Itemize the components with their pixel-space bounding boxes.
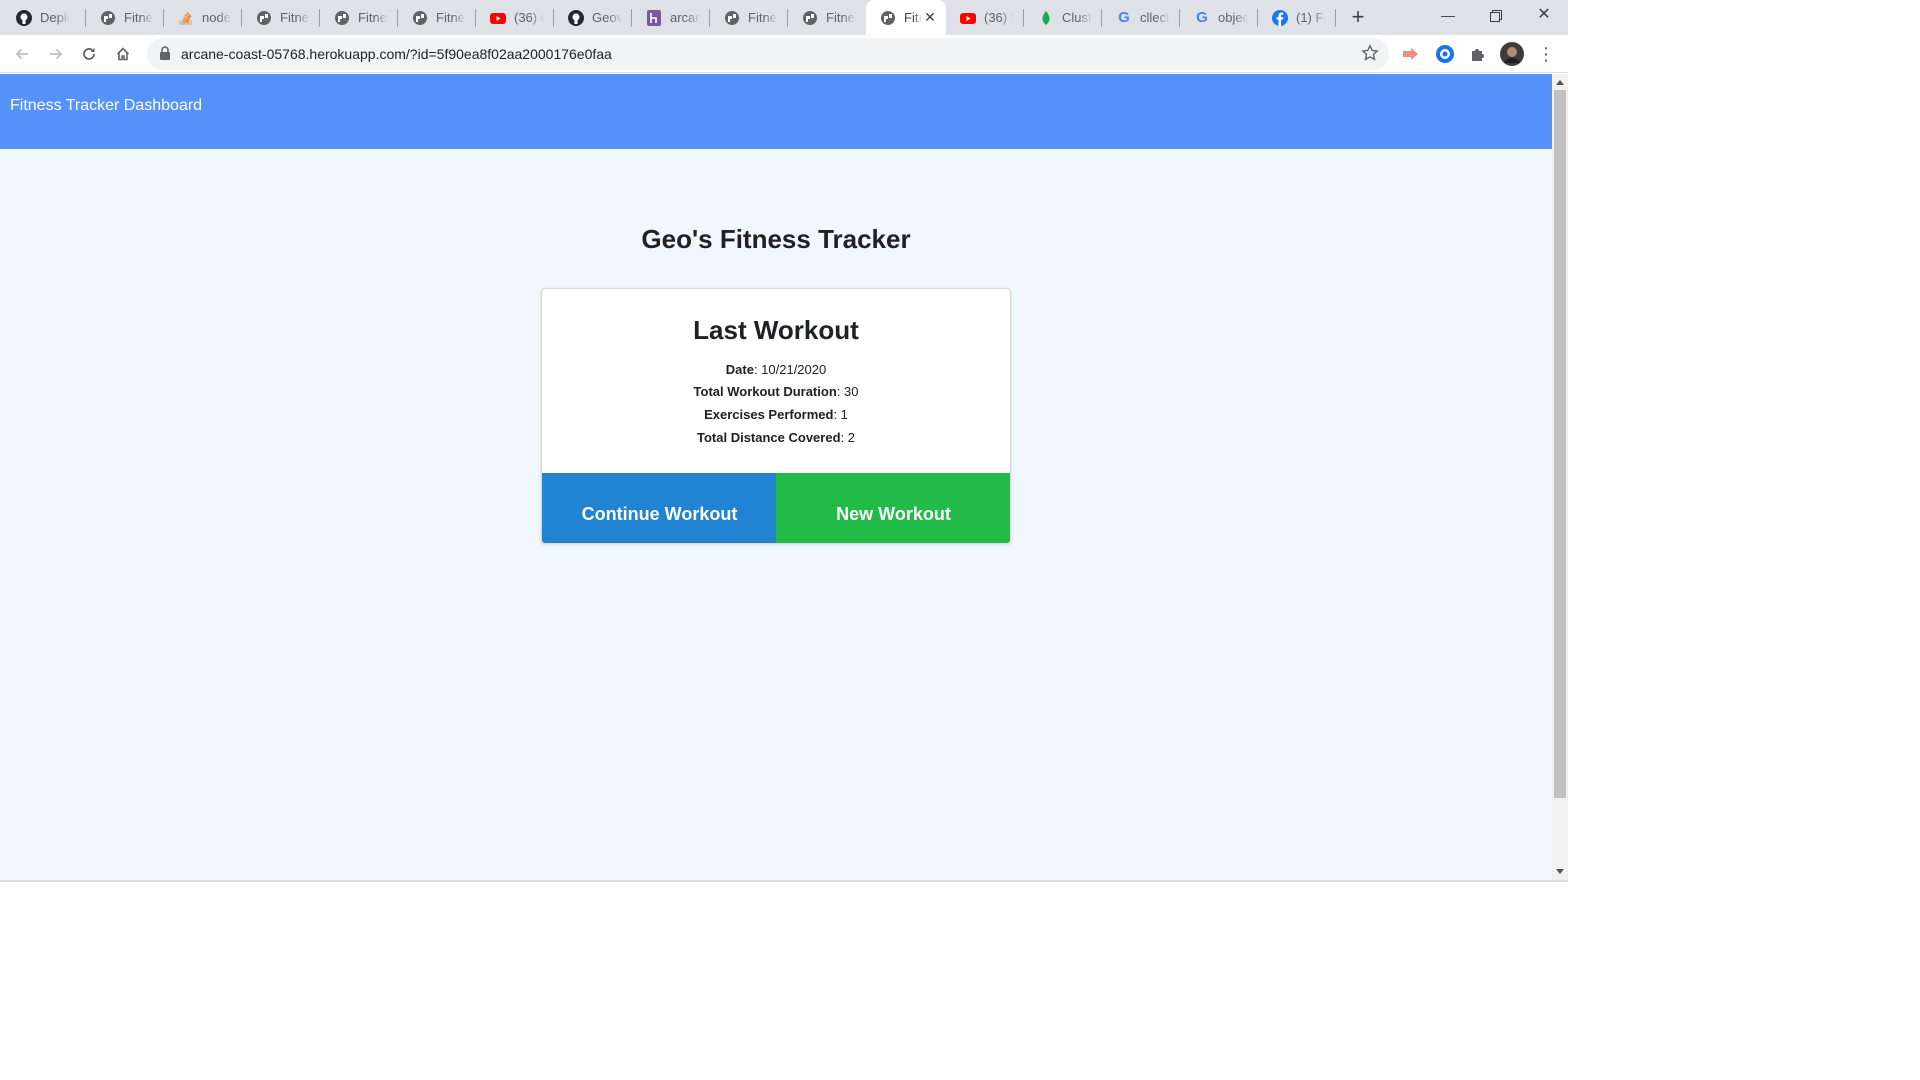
stat-exercises: Exercises Performed: 1 (542, 407, 1010, 422)
tab[interactable]: Fitness (242, 0, 320, 35)
browser-toolbar: arcane-coast-05768.herokuapp.com/?id=5f9… (0, 35, 1568, 73)
close-tab-icon[interactable]: ✕ (922, 9, 938, 25)
tab-separator (1335, 9, 1336, 27)
scrollbar-thumb[interactable] (1554, 90, 1566, 798)
tab-label: Fitı (904, 10, 922, 25)
page-title: Geo's Fitness Tracker (641, 224, 911, 254)
globe-icon (412, 10, 428, 26)
globe-icon (256, 10, 272, 26)
tab[interactable]: Cluster (1024, 0, 1102, 35)
stat-value: : 30 (836, 384, 859, 399)
tab[interactable]: Fitness (320, 0, 398, 35)
bottom-border (0, 880, 1568, 882)
extensions-puzzle-icon[interactable] (1466, 42, 1490, 66)
tab[interactable]: (36) Co (476, 0, 554, 35)
navbar-brand[interactable]: Fitness Tracker Dashboard (10, 97, 202, 115)
restore-button[interactable] (1472, 0, 1520, 32)
heroku-icon (646, 9, 662, 26)
github-icon (568, 9, 584, 26)
tab[interactable]: G cllectio (1102, 0, 1180, 35)
tab[interactable]: node r (164, 0, 242, 35)
tab[interactable]: (36) Se (946, 0, 1024, 35)
tab-label: Deploy (40, 10, 70, 25)
facebook-icon (1272, 9, 1288, 26)
tab-label: Fitness (280, 10, 310, 25)
tab-label: Fitness (124, 10, 154, 25)
tab-label: (1) Fac (1296, 10, 1326, 25)
address-bar[interactable]: arcane-coast-05768.herokuapp.com/?id=5f9… (147, 38, 1389, 70)
page-viewport: Fitness Tracker Dashboard Geo's Fitness … (0, 74, 1552, 880)
tab-label: (36) Se (984, 10, 1014, 25)
extension-arrow-icon[interactable] (1399, 42, 1423, 66)
vertical-scrollbar[interactable] (1552, 74, 1568, 880)
url-text: arcane-coast-05768.herokuapp.com/?id=5f9… (181, 46, 612, 62)
reload-button[interactable] (76, 41, 102, 67)
tab-label: cllectio (1140, 10, 1170, 25)
stat-label: Date (725, 362, 754, 377)
globe-icon (880, 10, 896, 26)
lock-icon[interactable] (159, 46, 171, 65)
tab-label: Geova (592, 10, 622, 25)
stat-value: : 10/21/2020 (753, 362, 827, 377)
tab-label: Fitness (358, 10, 388, 25)
tab[interactable]: G object (1180, 0, 1258, 35)
forward-button[interactable] (43, 41, 69, 67)
minimize-button[interactable]: — (1424, 0, 1472, 32)
tab-label: arcane (670, 10, 700, 25)
tab-label: object (1218, 10, 1248, 25)
stat-total-distance: Total Distance Covered: 2 (542, 430, 1010, 445)
youtube-icon (490, 10, 506, 26)
tab[interactable]: Deploy (2, 0, 86, 35)
globe-icon (724, 10, 740, 26)
tab-label: Fitness (748, 10, 778, 25)
stackoverflow-icon (178, 10, 194, 26)
tab[interactable]: (1) Fac (1258, 0, 1336, 35)
tab-active[interactable]: Fitı ✕ (866, 0, 946, 35)
globe-icon (802, 10, 818, 26)
stat-label: Total Workout Duration (693, 384, 837, 399)
tab-label: (36) Co (514, 10, 544, 25)
bookmark-star-icon[interactable] (1361, 44, 1379, 67)
tab-label: Cluster (1062, 10, 1092, 25)
close-window-button[interactable]: ✕ (1520, 0, 1568, 32)
avatar[interactable] (1500, 42, 1524, 66)
new-workout-button[interactable]: New Workout (776, 473, 1010, 543)
tab[interactable]: Fitness (86, 0, 164, 35)
scroll-down-arrow-icon[interactable] (1556, 869, 1564, 874)
tab-label: Fitness (826, 10, 856, 25)
stat-label: Exercises Performed (704, 407, 834, 422)
github-icon (16, 9, 32, 26)
tab-strip: Deploy Fitness node r Fitness Fitness Fi… (0, 0, 1568, 35)
tab[interactable]: Fitness (788, 0, 866, 35)
stat-date: Date: 10/21/2020 (542, 362, 1010, 377)
tab-label: node r (202, 10, 232, 25)
stat-label: Total Distance Covered (697, 430, 841, 445)
globe-icon (334, 10, 350, 26)
mongodb-icon (1038, 10, 1054, 26)
extension-circle-icon[interactable] (1433, 42, 1457, 66)
menu-kebab-icon[interactable]: ⋮ (1534, 42, 1558, 66)
back-button[interactable] (9, 41, 35, 67)
tab[interactable]: Fitness (710, 0, 788, 35)
google-icon: G (1196, 9, 1208, 26)
tab[interactable]: Fitness (398, 0, 476, 35)
tab[interactable]: arcane (632, 0, 710, 35)
card-title: Last Workout (693, 315, 859, 345)
new-tab-button[interactable]: + (1346, 5, 1370, 29)
scroll-up-arrow-icon[interactable] (1556, 80, 1564, 85)
tab-label: Fitness (436, 10, 466, 25)
last-workout-card: Last Workout Date: 10/21/2020 Total Work… (541, 288, 1011, 544)
stat-value: : 2 (840, 430, 855, 445)
navbar: Fitness Tracker Dashboard (0, 74, 1552, 149)
tab[interactable]: Geova (554, 0, 632, 35)
stat-total-duration: Total Workout Duration: 30 (542, 384, 1010, 399)
globe-icon (100, 10, 116, 26)
home-button[interactable] (110, 41, 136, 67)
continue-workout-button[interactable]: Continue Workout (542, 473, 777, 543)
youtube-icon (960, 10, 976, 26)
google-icon: G (1118, 9, 1130, 26)
stat-value: : 1 (833, 407, 848, 422)
